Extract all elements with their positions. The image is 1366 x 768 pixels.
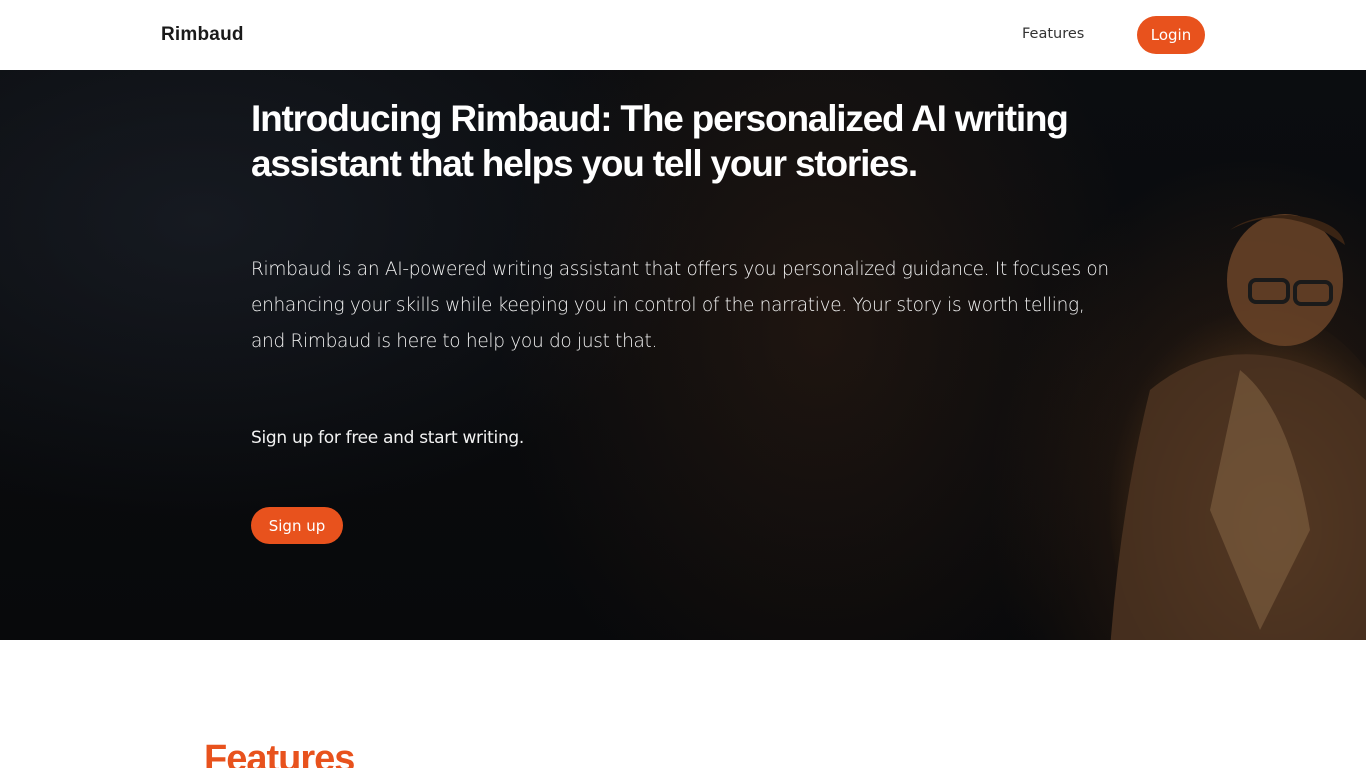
hero-title: Introducing Rimbaud: The personalized AI… xyxy=(251,98,1069,184)
features-heading: Features xyxy=(204,738,355,768)
hero-section: Introducing Rimbaud: The personalized AI… xyxy=(0,70,1366,640)
hero-description: Rimbaud is an AI-powered writing assista… xyxy=(251,259,1109,352)
login-button[interactable]: Login xyxy=(1137,16,1205,54)
hero-background-person-image xyxy=(1110,214,1366,640)
signup-button[interactable]: Sign up xyxy=(251,507,343,544)
hero-cta-text: Sign up for free and start writing. xyxy=(251,428,525,448)
nav-link-features[interactable]: Features xyxy=(1022,26,1084,42)
brand-logo[interactable]: Rimbaud xyxy=(161,24,244,46)
top-navbar: Rimbaud Features Login xyxy=(0,0,1366,70)
